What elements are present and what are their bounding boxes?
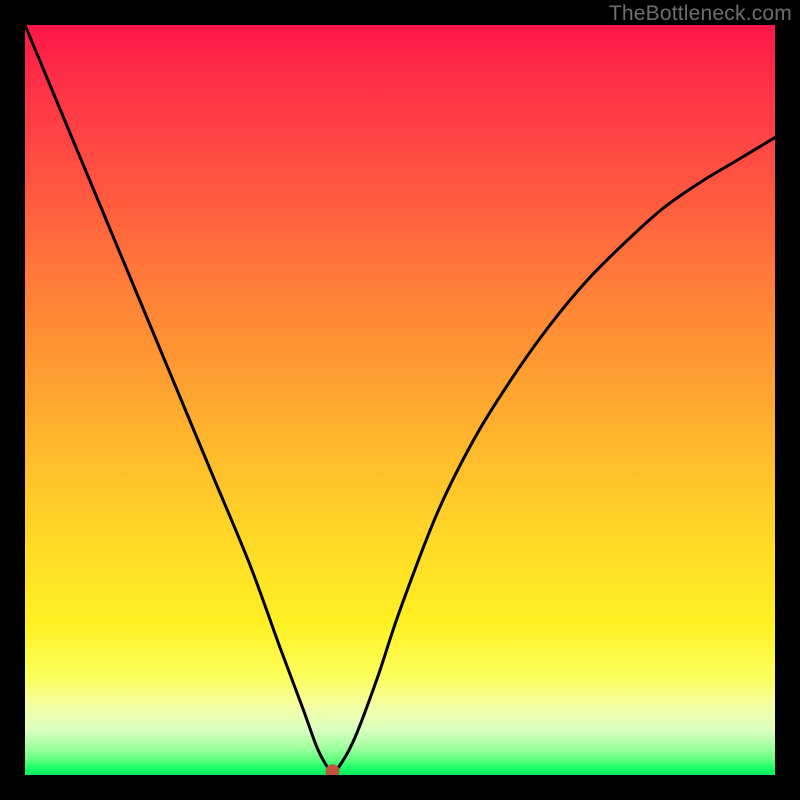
min-point-marker [326, 764, 340, 775]
bottleneck-curve [25, 25, 775, 772]
watermark-text: TheBottleneck.com [609, 2, 792, 26]
chart-frame: TheBottleneck.com [0, 0, 800, 800]
curve-svg [25, 25, 775, 775]
plot-area [25, 25, 775, 775]
